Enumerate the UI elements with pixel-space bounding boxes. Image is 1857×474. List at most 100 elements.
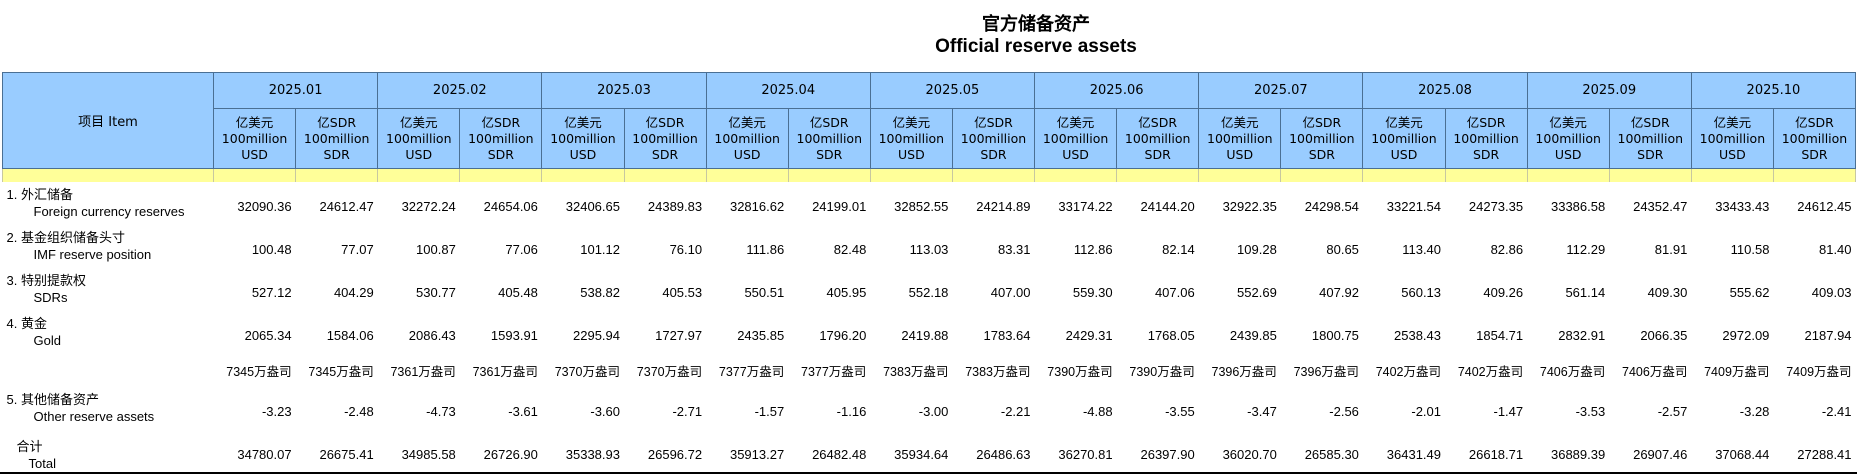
- value-cell: 7390万盎司: [1129, 364, 1195, 379]
- value-cell: 7409万盎司: [1704, 364, 1770, 379]
- value-cell: -1.57: [754, 403, 785, 419]
- value-cell: -2.71: [672, 403, 703, 419]
- unit-label-line: 100million: [1617, 130, 1684, 146]
- unit-label-line: USD: [569, 146, 597, 162]
- unit-header-sdr: 亿SDR 100million SDR: [1116, 108, 1200, 169]
- unit-header-row: 亿美元 100million USD 亿SDR 100million SDR 亿美元 100m…: [3, 108, 1857, 169]
- row-label: 5. 其他储备资产 Other reserve assets: [3, 387, 214, 430]
- row-label-en: Gold: [33, 333, 61, 348]
- table-row: 合计 Total 34780.07 26675.41 34985.58 26726.90 3…: [3, 430, 1856, 472]
- value-cell: 7361万盎司: [472, 364, 538, 379]
- value-cell: 81.40: [1818, 241, 1852, 257]
- separator-cell: [705, 168, 789, 182]
- separator-cell: [1034, 168, 1118, 182]
- unit-label-line: 100million: [386, 130, 452, 146]
- separator-cell: [1526, 168, 1610, 182]
- value-cell: 561.14: [1565, 284, 1606, 300]
- value-cell: 2832.91: [1558, 327, 1606, 343]
- unit-label-line: 亿美元: [564, 114, 602, 130]
- value-cell: 2065.34: [244, 327, 292, 343]
- separator-cell: [1608, 168, 1692, 182]
- value-cell: 112.86: [1073, 241, 1113, 257]
- unit-header-sdr: 亿SDR 100million SDR: [295, 108, 379, 169]
- value-cell: 36431.49: [1386, 447, 1442, 462]
- value-cell: 1768.05: [1147, 327, 1195, 343]
- unit-label-line: 100million: [221, 130, 288, 146]
- unit-label-line: 100million: [1371, 130, 1437, 146]
- unit-label-line: USD: [1719, 146, 1746, 162]
- value-cell: -2.21: [1000, 403, 1031, 419]
- value-cell: 552.18: [908, 284, 949, 300]
- unit-label-line: 亿SDR: [1630, 114, 1670, 130]
- value-cell: 2419.88: [901, 327, 949, 343]
- value-cell: 32816.62: [729, 198, 785, 214]
- unit-label-line: 100million: [1453, 130, 1519, 146]
- unit-header-sdr: 亿SDR 100million SDR: [951, 108, 1036, 169]
- value-cell: 26585.30: [1304, 447, 1359, 462]
- value-cell: 1727.97: [655, 327, 703, 343]
- value-cell: 7390万盎司: [1047, 364, 1113, 379]
- value-cell: 36020.70: [1222, 447, 1277, 462]
- unit-header-usd: 亿美元 100million USD: [705, 108, 789, 169]
- unit-header-sdr: 亿SDR 100million SDR: [787, 108, 871, 169]
- separator-cell: [1690, 168, 1774, 182]
- month-header: 2025.01: [212, 72, 379, 109]
- value-cell: 100.87: [416, 241, 456, 257]
- value-cell: 7377万盎司: [718, 364, 785, 379]
- value-cell: 7409万盎司: [1786, 364, 1852, 379]
- value-cell: 407.06: [1154, 284, 1195, 300]
- unit-label-line: 亿美元: [1713, 114, 1752, 130]
- table-row: 3. 特别提款权 SDRs 527.12 404.29 530.77 405.48 538.…: [3, 268, 1856, 311]
- value-cell: 7370万盎司: [554, 364, 620, 379]
- separator-cell: [212, 168, 297, 182]
- value-cell: 550.51: [744, 284, 785, 300]
- value-cell: 109.28: [1237, 241, 1277, 257]
- value-cell: 36889.39: [1550, 447, 1606, 462]
- value-cell: 77.07: [341, 241, 374, 257]
- value-cell: 560.13: [1401, 284, 1442, 300]
- value-cell: 34780.07: [237, 447, 292, 462]
- row-label-zh: 4. 黄金: [6, 316, 47, 331]
- row-label: 2. 基金组织储备头寸 IMF reserve position: [3, 225, 214, 268]
- value-cell: 32272.24: [401, 198, 456, 214]
- value-cell: 538.82: [580, 284, 620, 300]
- unit-label-line: 100million: [632, 130, 698, 146]
- unit-label-line: 亿SDR: [317, 114, 357, 130]
- row-label: [3, 354, 214, 387]
- unit-label-line: USD: [241, 146, 268, 162]
- value-cell: 1800.75: [1311, 327, 1359, 343]
- value-cell: -3.23: [261, 403, 292, 419]
- value-cell: 32406.65: [565, 198, 620, 214]
- separator-cell: [951, 168, 1036, 182]
- value-cell: 1796.20: [819, 327, 867, 343]
- unit-label-line: 100million: [1124, 130, 1191, 146]
- unit-label-line: 亿SDR: [1466, 114, 1506, 130]
- value-cell: 32922.35: [1222, 198, 1277, 214]
- unit-label-line: 亿美元: [1385, 114, 1423, 130]
- unit-label-line: SDR: [1637, 146, 1664, 162]
- value-cell: -2.48: [344, 403, 374, 419]
- value-cell: 2538.43: [1394, 327, 1442, 343]
- unit-label-line: USD: [1390, 146, 1418, 162]
- page-title-en: Official reserve assets: [935, 36, 1137, 57]
- unit-label-line: 亿美元: [1056, 114, 1095, 130]
- value-cell: 24612.47: [319, 198, 374, 214]
- table-row: 1. 外汇储备 Foreign currency reserves 32090.36…: [3, 182, 1856, 225]
- value-cell: -1.16: [836, 403, 867, 419]
- value-cell: 35913.27: [729, 447, 785, 462]
- unit-label-line: 亿SDR: [1302, 114, 1342, 130]
- row-label-zh: 2. 基金组织储备头寸: [6, 230, 125, 245]
- value-cell: 36270.81: [1058, 447, 1113, 462]
- value-cell: 7370万盎司: [636, 364, 703, 379]
- row-label-en: IMF reserve position: [33, 247, 152, 262]
- month-header: 2025.02: [377, 72, 543, 109]
- unit-header-usd: 亿美元 100million USD: [1034, 108, 1118, 169]
- row-label: 3. 特别提款权 SDRs: [3, 268, 214, 311]
- month-header: 2025.10: [1690, 72, 1857, 109]
- value-cell: 527.12: [251, 284, 292, 300]
- row-label-en: SDRs: [33, 290, 68, 305]
- unit-header-sdr: 亿SDR 100million SDR: [623, 108, 707, 169]
- separator-cell: [1280, 168, 1364, 182]
- unit-label-line: 亿美元: [1221, 114, 1259, 130]
- separator-cell: [377, 168, 461, 182]
